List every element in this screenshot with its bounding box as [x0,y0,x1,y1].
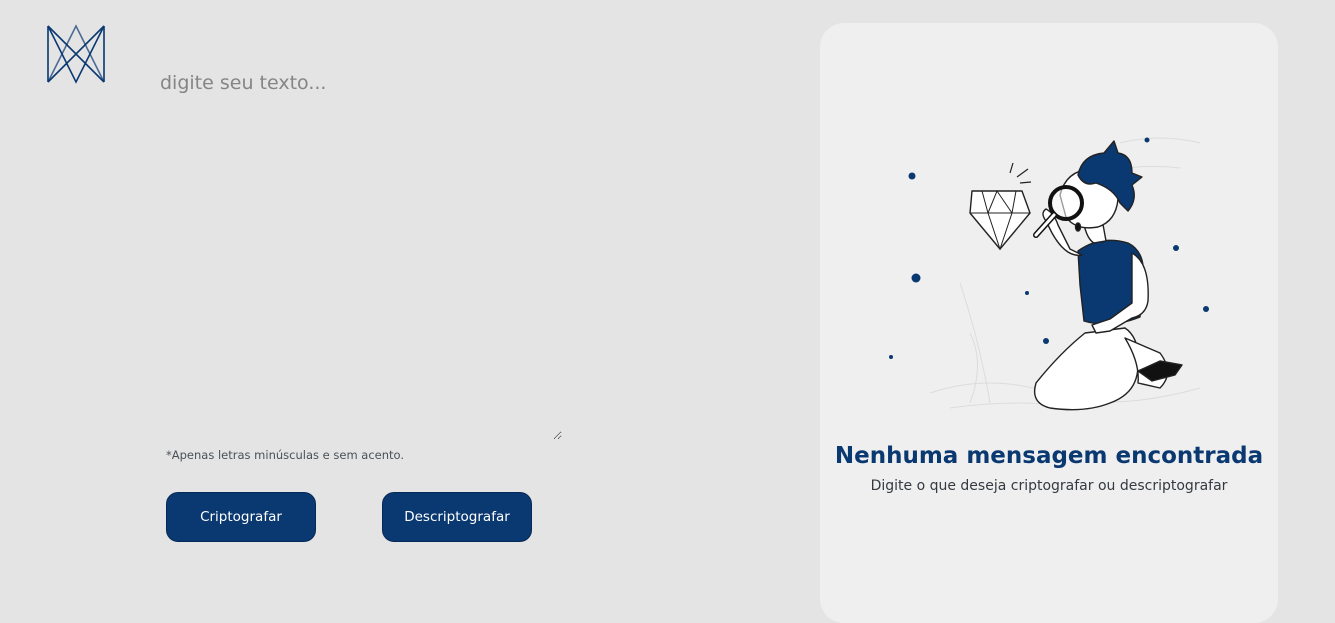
boy-with-magnifying-glass-illustration [889,137,1209,411]
message-input[interactable] [160,72,562,440]
output-panel: Nenhuma mensagem encontrada Digite o que… [820,23,1278,623]
logo [46,24,106,84]
empty-state-subtitle: Digite o que deseja criptografar ou desc… [870,478,1228,494]
encrypt-button[interactable]: Criptografar [166,492,316,542]
alura-logo-icon [47,24,105,84]
decrypt-button[interactable]: Descriptografar [382,492,532,542]
empty-state-title: Nenhuma mensagem encontrada [834,443,1264,469]
input-hint: *Apenas letras minúsculas e sem acento. [166,448,405,462]
